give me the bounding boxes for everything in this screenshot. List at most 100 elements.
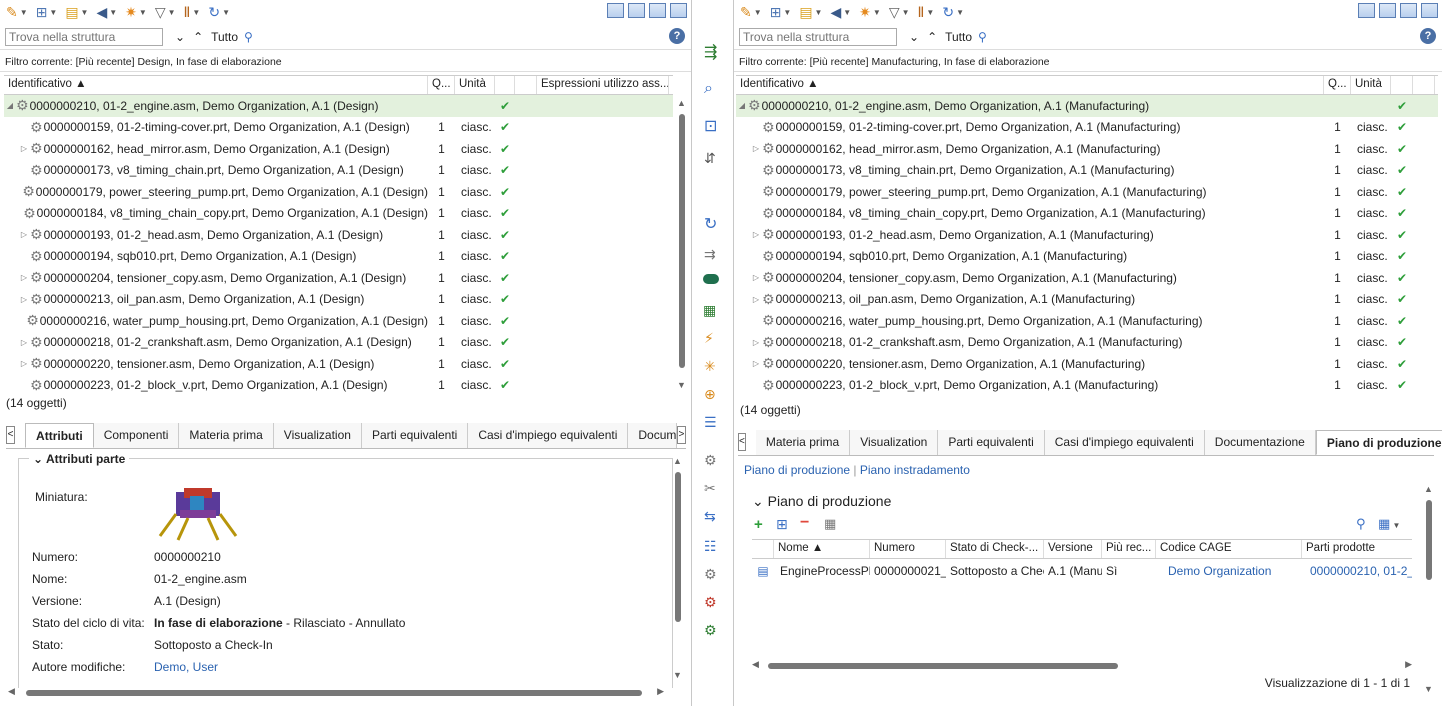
toggle-icon[interactable]: [703, 274, 719, 284]
rows-view-icon[interactable]: [1400, 3, 1417, 18]
generate-icon[interactable]: ⊕: [704, 386, 716, 403]
table-row[interactable]: ▷ ⚙ 0000000218, 01-2_crankshaft.asm, Demo …: [736, 332, 1438, 354]
tab-parti-equivalenti[interactable]: Parti equivalenti: [938, 430, 1045, 455]
search-options-icon[interactable]: ⚲: [978, 30, 987, 44]
structure-search-input[interactable]: [739, 27, 897, 46]
table-row[interactable]: ⚙ 0000000223, 01-2_block_v.prt, Demo Orga…: [736, 375, 1438, 397]
table-row[interactable]: ▷ ⚙ 0000000162, head_mirror.asm, Demo Orga…: [4, 138, 673, 160]
sublink-piano-instradamento[interactable]: Piano instradamento: [860, 463, 970, 477]
paste-special-icon[interactable]: ⚡: [704, 330, 714, 347]
columns-view-icon[interactable]: [1379, 3, 1396, 18]
table-row[interactable]: ⚙ 0000000179, power_steering_pump.prt, De…: [736, 181, 1438, 203]
table-row[interactable]: ▷ ⚙ 0000000220, tensioner.asm, Demo Organi…: [4, 353, 673, 375]
col-versione[interactable]: Versione: [1044, 540, 1102, 558]
filter-icon[interactable]: ▽ ▼: [889, 4, 910, 21]
col-expressions[interactable]: Espressioni utilizzo ass...: [537, 76, 669, 94]
remove-link-icon[interactable]: ⚙: [704, 594, 717, 611]
actions-icon[interactable]: ✷ ▼: [125, 4, 147, 21]
plan-row[interactable]: ▤ EngineProcessPlan 0000000021_2 Sottopo…: [752, 561, 1412, 581]
add-icon[interactable]: +: [754, 516, 763, 533]
table-row[interactable]: ⚙ 0000000173, v8_timing_chain.prt, Demo O…: [736, 160, 1438, 182]
options-gear-icon[interactable]: ⚙: [704, 566, 717, 583]
expand-icon[interactable]: ▷: [18, 338, 30, 347]
collapse-icon[interactable]: ◢: [4, 101, 16, 110]
help-icon[interactable]: ?: [1420, 28, 1436, 44]
assign-part-icon[interactable]: ▦: [703, 302, 716, 319]
tabs-scroll-left-icon[interactable]: <: [738, 433, 746, 451]
table-row[interactable]: ▷ ⚙ 0000000204, tensioner_copy.asm, Demo O…: [736, 267, 1438, 289]
col-status-icon[interactable]: [1391, 76, 1413, 94]
table-row[interactable]: ▷ ⚙ 0000000218, 01-2_crankshaft.asm, Demo …: [4, 332, 673, 354]
collapse-section-icon[interactable]: ⌄: [33, 452, 46, 466]
expand-icon[interactable]: ▷: [750, 295, 762, 304]
search-options-icon[interactable]: ⚲: [244, 30, 253, 44]
columns-view-icon[interactable]: [628, 3, 645, 18]
find-prev-icon[interactable]: ⌃: [927, 30, 937, 44]
paste-icon[interactable]: ▤ ▼: [65, 4, 88, 21]
insert-existing-icon[interactable]: ⊞: [776, 516, 788, 533]
rows-view-icon[interactable]: [649, 3, 666, 18]
tab-visualization[interactable]: Visualization: [273, 423, 362, 448]
col-stato-checkin[interactable]: Stato di Check-...: [946, 540, 1044, 558]
expand-icon[interactable]: ▷: [750, 359, 762, 368]
detect-differences-icon[interactable]: ⌕: [704, 80, 713, 98]
expand-icon[interactable]: ▷: [18, 295, 30, 304]
table-row[interactable]: ⚙ 0000000159, 01-2-timing-cover.prt, Demo…: [736, 117, 1438, 139]
tab-documentazione[interactable]: Document: [628, 423, 677, 448]
tab-componenti[interactable]: Componenti: [93, 423, 180, 448]
table-row[interactable]: ⚙ 0000000194, sqb010.prt, Demo Organizati…: [736, 246, 1438, 268]
layout-view-icon[interactable]: [1358, 3, 1375, 18]
remove-icon[interactable]: −: [800, 514, 809, 532]
autore-link[interactable]: Demo, User: [154, 660, 218, 674]
new-downstream-icon[interactable]: ✳: [704, 358, 716, 375]
update-icon[interactable]: ↻: [704, 214, 717, 234]
attributes-section-title[interactable]: ⌄ Attributi parte: [29, 452, 130, 466]
table-row[interactable]: ▷ ⚙ 0000000204, tensioner_copy.asm, Demo O…: [4, 267, 673, 289]
tabs-scroll-left-icon[interactable]: <: [6, 426, 16, 444]
move-icon[interactable]: ⇆: [704, 508, 716, 525]
tools-icon[interactable]: Ⅱ ▼: [918, 4, 935, 21]
col-identificativo[interactable]: Identificativo ▲: [4, 76, 428, 94]
col-parti-prodotte[interactable]: Parti prodotte: [1302, 540, 1412, 558]
col-tree-icon[interactable]: [1413, 76, 1435, 94]
tutto-label[interactable]: Tutto: [211, 30, 238, 44]
col-nome[interactable]: Nome ▲: [774, 540, 870, 558]
expand-icon[interactable]: ▷: [750, 338, 762, 347]
table-row[interactable]: ⚙ 0000000159, 01-2-timing-cover.prt, Demo…: [4, 117, 673, 139]
sublink-piano-produzione[interactable]: Piano di produzione: [744, 463, 850, 477]
expand-icon[interactable]: ▷: [750, 144, 762, 153]
attributes-vscroll[interactable]: ▲ ▼: [673, 456, 683, 680]
table-row[interactable]: ▷ ⚙ 0000000213, oil_pan.asm, Demo Organiza…: [736, 289, 1438, 311]
table-row[interactable]: ⚙ 0000000184, v8_timing_chain_copy.prt, D…: [4, 203, 673, 225]
tutto-label[interactable]: Tutto: [945, 30, 972, 44]
tab-casi-impiego[interactable]: Casi d'impiego equivalenti: [468, 423, 629, 448]
expand-icon[interactable]: ▷: [18, 144, 30, 153]
table-row[interactable]: ▷ ⚙ 0000000193, 01-2_head.asm, Demo Organi…: [4, 224, 673, 246]
plan-produced-parts-link[interactable]: 0000000210, 01-2_e: [1302, 564, 1412, 578]
refresh-icon[interactable]: ↻ ▼: [208, 4, 230, 21]
table-row[interactable]: ⚙ 0000000173, v8_timing_chain.prt, Demo O…: [4, 160, 673, 182]
table-row[interactable]: ▷ ⚙ 0000000162, head_mirror.asm, Demo Orga…: [736, 138, 1438, 160]
edit-icon[interactable]: ✎ ▼: [6, 4, 28, 21]
search-compare-icon[interactable]: ⊡: [704, 116, 717, 136]
find-next-icon[interactable]: ⌄: [175, 30, 185, 44]
col-codice-cage[interactable]: Codice CAGE: [1156, 540, 1302, 558]
tools-icon[interactable]: Ⅱ ▼: [184, 4, 201, 21]
navigate-icon[interactable]: ◀ ▼: [830, 4, 851, 21]
col-piu-recente[interactable]: Più rec...: [1102, 540, 1156, 558]
actions-icon[interactable]: ✷ ▼: [859, 4, 881, 21]
collapse-icon[interactable]: ◢: [736, 101, 748, 110]
col-status-icon[interactable]: [495, 76, 515, 94]
view-menu-icon[interactable]: ▦ ▼: [1378, 516, 1400, 532]
tab-casi-impiego[interactable]: Casi d'impiego equivalenti: [1044, 430, 1205, 455]
expand-icon[interactable]: ▷: [750, 273, 762, 282]
tab-visualization[interactable]: Visualization: [850, 430, 939, 455]
table-row[interactable]: ⚙ 0000000223, 01-2_block_v.prt, Demo Orga…: [4, 375, 673, 397]
table-row[interactable]: ▷ ⚙ 0000000213, oil_pan.asm, Demo Organiza…: [4, 289, 673, 311]
root-row[interactable]: ◢ ⚙ 0000000210, 01-2_engine.asm, Demo Or…: [736, 95, 1438, 117]
add-link-icon[interactable]: ⚙: [704, 622, 717, 639]
edit-icon[interactable]: ✎ ▼: [740, 4, 762, 21]
tab-piano-produzione[interactable]: Piano di produzione: [1315, 430, 1442, 455]
expand-icon[interactable]: ▷: [18, 359, 30, 368]
align-structures-icon[interactable]: ⇶: [704, 42, 717, 62]
